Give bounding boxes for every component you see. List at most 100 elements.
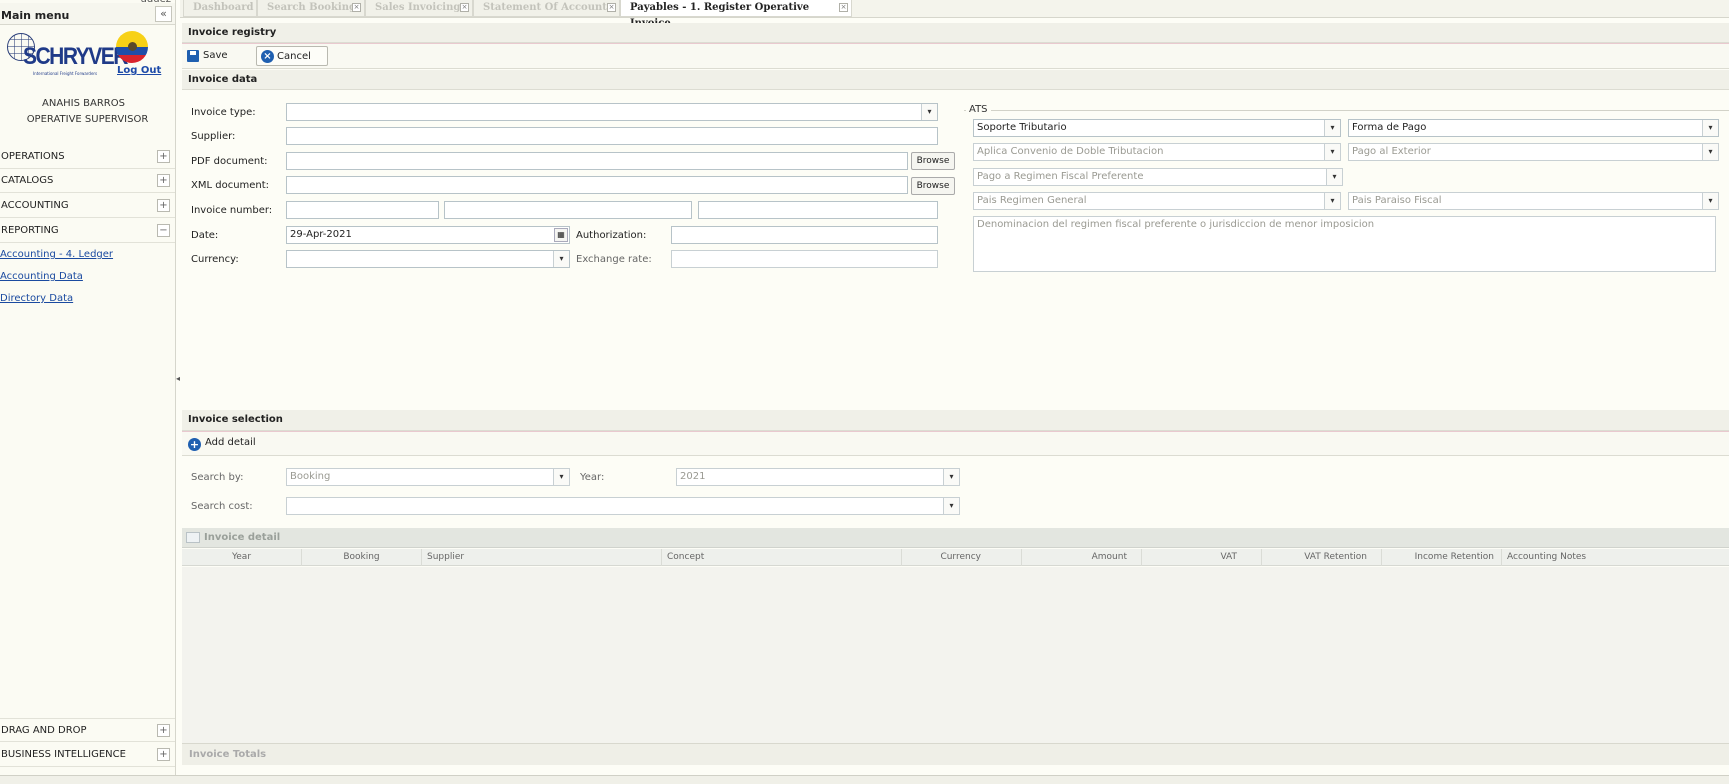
pais-regimen-general-select[interactable]: Pais Regimen General ▾ [973, 192, 1341, 210]
tab-dashboard[interactable]: Dashboard [183, 0, 257, 17]
tab-statement-of-account[interactable]: Statement Of Account × [473, 0, 620, 17]
pais-paraiso-fiscal-select[interactable]: Pais Paraiso Fiscal ▾ [1348, 192, 1719, 210]
pdf-browse-button[interactable]: Browse [911, 152, 955, 170]
chevron-down-icon[interactable]: ▾ [553, 469, 569, 485]
menu-business-intelligence[interactable]: BUSINESS INTELLIGENCE + [0, 743, 175, 767]
select-value: Pais Paraiso Fiscal [1352, 195, 1442, 206]
main-content: Invoice registry Save × Cancel Invoice d… [182, 23, 1729, 784]
chevron-down-icon[interactable]: ▾ [921, 104, 937, 120]
logo-text: SCHRYVER [23, 43, 128, 70]
column-vat[interactable]: VAT [1142, 549, 1262, 566]
chevron-down-icon[interactable]: ▾ [1702, 193, 1718, 209]
expand-icon[interactable]: + [157, 724, 170, 737]
column-accounting-notes[interactable]: Accounting Notes [1502, 549, 1729, 566]
expand-icon[interactable]: + [157, 199, 170, 212]
expand-icon[interactable]: + [157, 748, 170, 761]
menu-operations[interactable]: OPERATIONS + [0, 145, 175, 169]
collapse-sidebar-button[interactable]: « [155, 6, 172, 22]
selection-toolbar: + Add detail [182, 432, 1729, 456]
pago-exterior-select[interactable]: Pago al Exterior ▾ [1348, 143, 1719, 161]
save-button[interactable]: Save [183, 46, 236, 66]
chevron-down-icon[interactable]: ▾ [1324, 144, 1340, 160]
ats-fieldset: ATS [964, 104, 1729, 115]
invoice-registry-header: Invoice registry [182, 23, 1729, 43]
link-accounting-ledger[interactable]: Accounting - 4. Ledger [0, 249, 113, 260]
cancel-button[interactable]: × Cancel [256, 46, 328, 66]
search-by-select[interactable]: Booking ▾ [286, 468, 570, 486]
registry-toolbar: Save × Cancel [182, 44, 1729, 69]
expand-icon[interactable]: + [157, 150, 170, 163]
denominacion-textarea[interactable]: Denominacion del regimen fiscal preferen… [973, 216, 1716, 272]
close-icon[interactable]: × [352, 3, 361, 12]
column-concept[interactable]: Concept [662, 549, 902, 566]
regimen-preferente-select[interactable]: Pago a Regimen Fiscal Preferente ▾ [973, 168, 1343, 186]
forma-de-pago-select[interactable]: Forma de Pago ▾ [1348, 119, 1719, 137]
main-menu-sidebar: aduez Main menu « SCHRYVER International… [0, 0, 176, 784]
supplier-label: Supplier: [191, 131, 236, 142]
exchange-rate-input[interactable] [671, 250, 938, 268]
user-name: ANAHIS BARROS [42, 98, 125, 109]
sidebar-resize-handle[interactable]: ◂ [176, 374, 180, 386]
soporte-tributario-select[interactable]: Soporte Tributario ▾ [973, 119, 1341, 137]
menu-label: REPORTING [1, 225, 59, 236]
column-income-retention[interactable]: Income Retention [1382, 549, 1502, 566]
close-icon[interactable]: × [607, 3, 616, 12]
authorization-input[interactable] [671, 226, 938, 244]
doble-tributacion-select[interactable]: Aplica Convenio de Doble Tributacion ▾ [973, 143, 1341, 161]
menu-drag-and-drop[interactable]: DRAG AND DROP + [0, 718, 175, 742]
tab-sales-invoicing[interactable]: Sales Invoicing × [365, 0, 473, 17]
xml-document-label: XML document: [191, 180, 270, 191]
company-logo: SCHRYVER International Freight Forwarder… [5, 31, 128, 76]
invoice-type-select[interactable]: ▾ [286, 103, 938, 121]
chevron-down-icon[interactable]: ▾ [1324, 120, 1340, 136]
supplier-input[interactable] [286, 127, 938, 145]
chevron-down-icon[interactable]: ▾ [1324, 193, 1340, 209]
invoice-number-part2[interactable] [444, 201, 692, 219]
invoice-selection-header: Invoice selection [182, 410, 1729, 431]
pdf-document-label: PDF document: [191, 156, 268, 167]
cancel-icon: × [261, 50, 274, 63]
expand-icon[interactable]: + [157, 174, 170, 187]
close-icon[interactable]: × [460, 3, 469, 12]
chevron-down-icon[interactable]: ▾ [1326, 169, 1342, 185]
chevron-down-icon[interactable]: ▾ [553, 251, 569, 267]
chevron-down-icon[interactable]: ▾ [943, 498, 959, 514]
link-accounting-data[interactable]: Accounting Data [0, 271, 83, 282]
column-supplier[interactable]: Supplier [422, 549, 662, 566]
tab-register-operative-invoice[interactable]: Payables - 1. Register Operative Invoice… [620, 0, 852, 29]
tab-search-booking[interactable]: Search Booking × [257, 0, 365, 17]
pdf-document-input[interactable] [286, 152, 908, 170]
menu-accounting[interactable]: ACCOUNTING + [0, 194, 175, 218]
save-icon [187, 50, 199, 62]
invoice-detail-title: Invoice detail [204, 532, 281, 543]
column-currency[interactable]: Currency [902, 549, 1022, 566]
xml-document-input[interactable] [286, 176, 908, 194]
collapse-icon[interactable]: − [157, 224, 170, 237]
logout-link[interactable]: Log Out [117, 65, 161, 76]
column-amount[interactable]: Amount [1022, 549, 1142, 566]
search-cost-select[interactable]: ▾ [286, 497, 960, 515]
main-menu-title: Main menu [1, 9, 70, 22]
invoice-number-part3[interactable] [698, 201, 938, 219]
calendar-icon[interactable]: ▦ [554, 228, 568, 242]
chevron-down-icon[interactable]: ▾ [1702, 144, 1718, 160]
grid-icon [186, 532, 200, 543]
add-detail-button[interactable]: + Add detail [182, 433, 264, 453]
column-booking[interactable]: Booking [302, 549, 422, 566]
chevron-down-icon[interactable]: ▾ [943, 469, 959, 485]
date-input[interactable]: 29-Apr-2021 ▦ [286, 226, 570, 244]
link-directory-data[interactable]: Directory Data [0, 293, 73, 304]
menu-reporting[interactable]: REPORTING − [0, 219, 175, 243]
currency-label: Currency: [191, 254, 239, 265]
column-year[interactable]: Year [182, 549, 302, 566]
menu-catalogs[interactable]: CATALOGS + [0, 169, 175, 193]
year-select[interactable]: 2021 ▾ [676, 468, 960, 486]
chevron-down-icon[interactable]: ▾ [1702, 120, 1718, 136]
currency-select[interactable]: ▾ [286, 250, 570, 268]
user-profile: ANAHIS BARROS OPERATIVE SUPERVISOR [0, 96, 175, 128]
xml-browse-button[interactable]: Browse [911, 177, 955, 195]
tab-label: Sales Invoicing [375, 2, 461, 13]
column-vat-retention[interactable]: VAT Retention [1262, 549, 1382, 566]
invoice-number-part1[interactable] [286, 201, 439, 219]
close-icon[interactable]: × [839, 3, 848, 12]
